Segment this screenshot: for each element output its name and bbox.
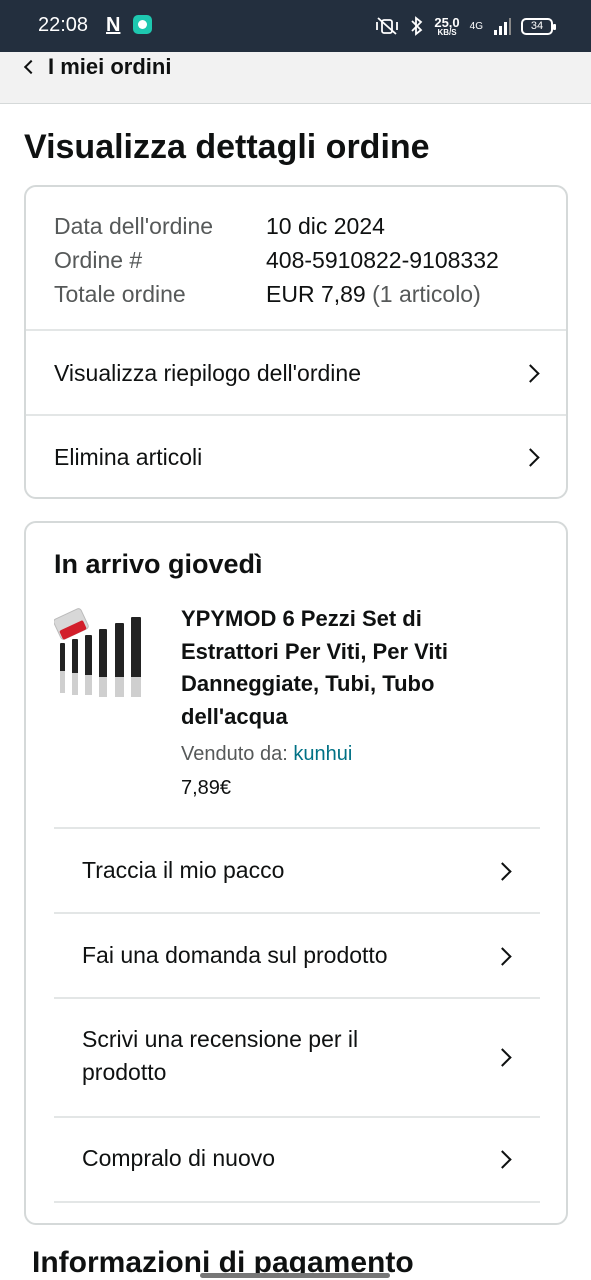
- page-title: Visualizza dettagli ordine: [24, 128, 430, 166]
- product-price: 7,89€: [181, 777, 232, 799]
- order-date-row: Data dell'ordine 10 dic 2024: [54, 209, 499, 243]
- order-total-value: EUR 7,89 (1 articolo): [266, 281, 481, 307]
- messaging-app-icon: [133, 15, 152, 34]
- product-title[interactable]: YPYMOD 6 Pezzi Set di Estrattori Per Vit…: [181, 603, 521, 733]
- product-image[interactable]: [54, 603, 144, 708]
- home-indicator[interactable]: [200, 1273, 390, 1278]
- network-type: 4G: [469, 20, 483, 32]
- ask-question-label: Fai una domanda sul prodotto: [82, 942, 388, 968]
- delete-items-label: Elimina articoli: [54, 443, 203, 470]
- order-total-label: Totale ordine: [54, 281, 186, 307]
- order-summary-label: Visualizza riepilogo dell'ordine: [54, 359, 361, 386]
- status-time: 22:08: [38, 14, 89, 36]
- order-summary-card: Data dell'ordine 10 dic 2024 Ordine # 40…: [24, 185, 568, 499]
- divider: [54, 1201, 540, 1203]
- order-info: Data dell'ordine 10 dic 2024 Ordine # 40…: [54, 209, 499, 311]
- order-number-row: Ordine # 408-5910822-9108332: [54, 243, 499, 277]
- delivery-heading: In arrivo giovedì: [54, 549, 263, 579]
- order-total-row: Totale ordine EUR 7,89 (1 articolo): [54, 277, 499, 311]
- seller-link[interactable]: kunhui: [293, 743, 352, 765]
- nav-bar: I miei ordini: [0, 52, 591, 104]
- bluetooth-icon: [411, 16, 423, 36]
- chevron-right-icon: [521, 364, 540, 383]
- back-label: I miei ordini: [48, 54, 172, 79]
- buy-again-label: Compralo di nuovo: [82, 1145, 276, 1171]
- battery-icon: 34: [521, 17, 556, 35]
- chevron-right-icon: [521, 448, 540, 467]
- order-date-label: Data dell'ordine: [54, 213, 214, 239]
- buy-again-button[interactable]: Compralo di nuovo: [26, 1118, 566, 1202]
- ask-question-button[interactable]: Fai una domanda sul prodotto: [26, 914, 566, 998]
- order-summary-link[interactable]: Visualizza riepilogo dell'ordine: [26, 331, 566, 415]
- order-item-count: (1 articolo): [372, 281, 481, 307]
- mute-vibrate-icon: [376, 17, 399, 35]
- signal-icon: [494, 18, 511, 35]
- status-bar: 22:08 N 25,0 KB/S 4G 34: [0, 0, 591, 52]
- track-package-button[interactable]: Traccia il mio pacco: [26, 829, 566, 913]
- back-button[interactable]: I miei ordini: [20, 54, 171, 80]
- sold-by-label: Venduto da:: [181, 743, 288, 765]
- write-review-label: Scrivi una recensione per il prodotto: [82, 1026, 359, 1085]
- shipment-card: In arrivo giovedì YPYMOD 6 Pezzi Set di …: [24, 521, 568, 1225]
- order-date-value: 10 dic 2024: [266, 213, 385, 239]
- order-number-value: 408-5910822-9108332: [266, 247, 499, 273]
- n-notification-icon: N: [106, 14, 121, 36]
- track-package-label: Traccia il mio pacco: [82, 857, 285, 883]
- network-speed: 25,0 KB/S: [434, 14, 460, 37]
- delete-items-link[interactable]: Elimina articoli: [26, 416, 566, 498]
- sold-by: Venduto da: kunhui: [181, 743, 352, 766]
- order-number-label: Ordine #: [54, 247, 143, 273]
- write-review-button[interactable]: Scrivi una recensione per il prodotto: [26, 999, 566, 1117]
- chevron-right-icon: [493, 1048, 512, 1067]
- status-right: 25,0 KB/S 4G 34: [374, 12, 556, 40]
- chevron-left-icon: [23, 59, 39, 75]
